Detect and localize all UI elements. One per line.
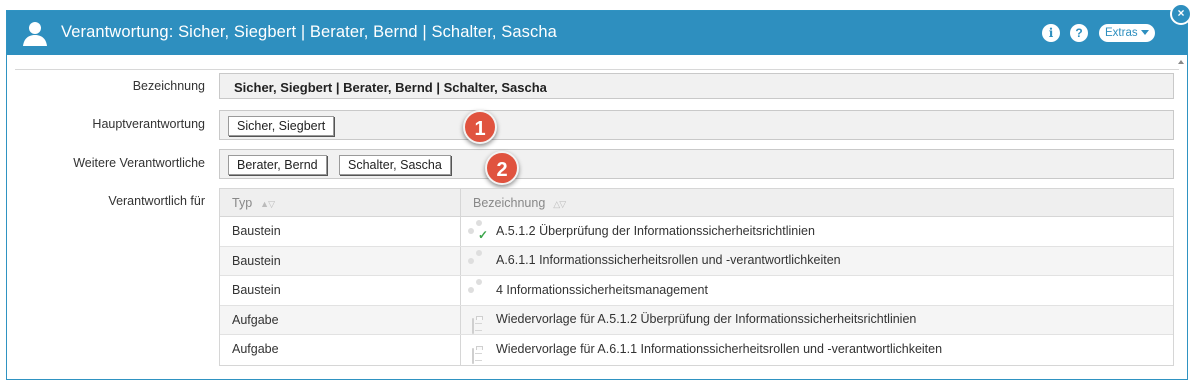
- step-badge-1: 1: [463, 110, 497, 144]
- cell-text: 4 Informationssicherheitsmanagement: [496, 282, 708, 297]
- weitere-verantwortliche-field[interactable]: Berater, Bernd Schalter, Sascha: [219, 149, 1174, 179]
- help-icon[interactable]: ?: [1070, 24, 1088, 42]
- extras-button[interactable]: Extras: [1099, 24, 1155, 42]
- puzzle-icon: [471, 253, 487, 269]
- cell-text: A.6.1.1 Informationssicherheitsrollen un…: [496, 253, 841, 268]
- cell-bezeichnung: 4 Informationssicherheitsmanagement: [461, 276, 1173, 305]
- bezeichnung-field: Sicher, Siegbert | Berater, Bernd | Scha…: [219, 73, 1174, 99]
- person-chip[interactable]: Schalter, Sascha: [339, 155, 451, 175]
- cell-typ: Baustein: [220, 276, 461, 305]
- cell-bezeichnung: A.6.1.1 Informationssicherheitsrollen un…: [461, 247, 1173, 276]
- clipboard-icon: [471, 342, 487, 364]
- column-label: Bezeichnung: [473, 196, 546, 210]
- cell-typ: Aufgabe: [220, 305, 461, 334]
- column-label: Typ: [232, 196, 253, 210]
- cell-text: Wiedervorlage für A.5.1.2 Überprüfung de…: [496, 312, 917, 327]
- cell-typ: Aufgabe: [220, 335, 461, 365]
- hauptverantwortung-field[interactable]: Sicher, Siegbert: [219, 110, 1174, 140]
- extras-label: Extras: [1105, 27, 1138, 39]
- verantwortlich-fuer-label: Verantwortlich für: [108, 194, 205, 208]
- cell-bezeichnung: ✓ A.5.1.2 Überprüfung der Informationssi…: [461, 217, 1173, 246]
- table-row[interactable]: Aufgabe Wiedervorlage für A.5.1.2 Überpr…: [220, 305, 1173, 335]
- bezeichnung-value: Sicher, Siegbert | Berater, Bernd | Scha…: [234, 80, 547, 95]
- responsibility-dialog: Verantwortung: Sicher, Siegbert | Berate…: [6, 10, 1188, 380]
- scroll-divider: [15, 69, 1179, 70]
- dialog-title: Verantwortung: Sicher, Siegbert | Berate…: [61, 23, 557, 41]
- column-header-typ[interactable]: Typ ▲▽: [220, 189, 461, 216]
- hauptverantwortung-label: Hauptverantwortung: [92, 117, 205, 131]
- cell-bezeichnung: Wiedervorlage für A.5.1.2 Überprüfung de…: [461, 306, 1173, 335]
- table-header: Typ ▲▽ Bezeichnung △▽: [220, 189, 1173, 217]
- close-icon[interactable]: ×: [1170, 3, 1192, 25]
- puzzle-check-icon: ✓: [478, 228, 489, 243]
- cell-typ: Baustein: [220, 246, 461, 275]
- table-row[interactable]: Baustein A.6.1.1 Informationssicherheits…: [220, 246, 1173, 276]
- cell-bezeichnung: Wiedervorlage für A.6.1.1 Informationssi…: [461, 335, 1173, 365]
- sort-icon[interactable]: ▲▽: [260, 190, 275, 218]
- table-row[interactable]: Aufgabe Wiedervorlage für A.6.1.1 Inform…: [220, 335, 1173, 365]
- info-icon[interactable]: i: [1042, 24, 1060, 42]
- person-chip[interactable]: Sicher, Siegbert: [228, 116, 335, 136]
- bezeichnung-label: Bezeichnung: [132, 79, 205, 93]
- chevron-down-icon: [1140, 30, 1149, 35]
- cell-text: Wiedervorlage für A.6.1.1 Informationssi…: [496, 342, 943, 357]
- dialog-titlebar: Verantwortung: Sicher, Siegbert | Berate…: [7, 11, 1187, 55]
- puzzle-icon: [471, 282, 487, 298]
- weitere-verantwortliche-label: Weitere Verantwortliche: [73, 156, 205, 170]
- table-row[interactable]: Baustein 4 Informationssicherheitsmanage…: [220, 276, 1173, 306]
- column-header-bezeichnung[interactable]: Bezeichnung △▽: [461, 189, 1173, 216]
- sort-icon[interactable]: △▽: [553, 190, 566, 218]
- responsibility-table: Typ ▲▽ Bezeichnung △▽ Baustein ✓ A.5.1.2 Ü…: [219, 188, 1174, 366]
- cell-typ: Baustein: [220, 217, 461, 246]
- cell-text: A.5.1.2 Überprüfung der Informationssich…: [496, 223, 815, 238]
- step-badge-2: 2: [485, 151, 519, 185]
- user-icon: [23, 22, 47, 46]
- clipboard-icon: [471, 312, 487, 334]
- table-row[interactable]: Baustein ✓ A.5.1.2 Überprüfung der Infor…: [220, 217, 1173, 247]
- person-chip[interactable]: Berater, Bernd: [228, 155, 327, 175]
- scroll-up-icon[interactable]: [1178, 60, 1184, 64]
